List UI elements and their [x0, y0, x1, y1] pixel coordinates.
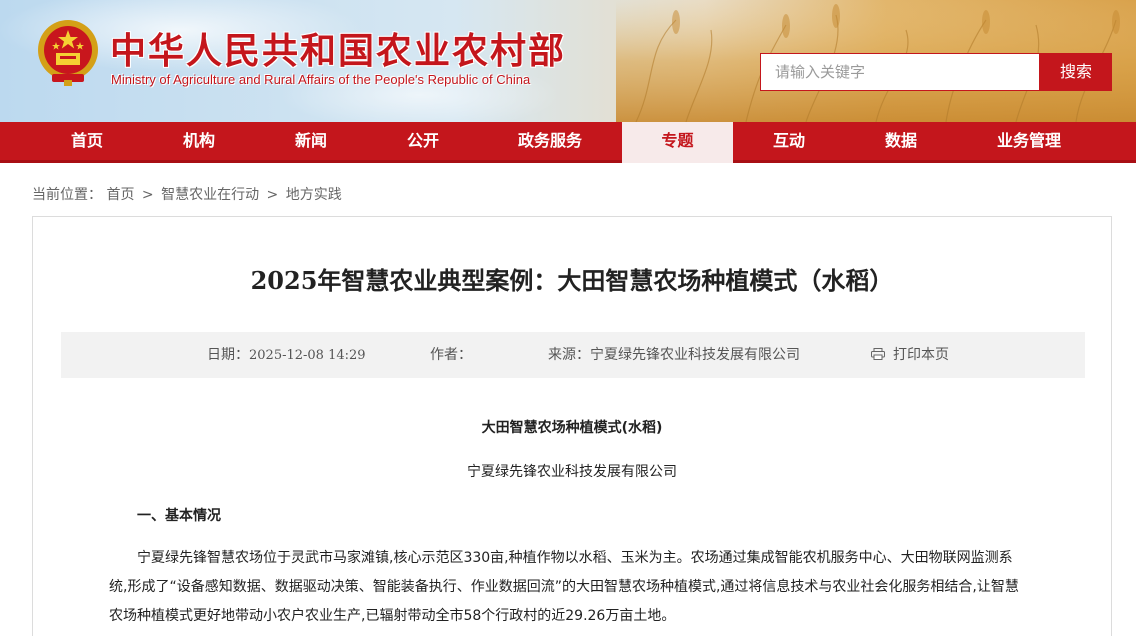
- meta-source-value: 宁夏绿先锋农业科技发展有限公司: [590, 347, 800, 363]
- content-heading: 大田智慧农场种植模式(水稻): [481, 420, 663, 436]
- meta-date: 日期：2025-12-08 14:29: [207, 332, 366, 379]
- nav-item-interaction[interactable]: 互动: [734, 122, 844, 160]
- meta-author: 作者：: [430, 332, 472, 378]
- site-title: 中华人民共和国农业农村部: [110, 31, 567, 72]
- article-container: 2025年智慧农业典型案例：大田智慧农场种植模式（水稻） 日期：2025-12-…: [32, 216, 1112, 636]
- article-paragraph: 宁夏绿先锋智慧农场位于灵武市马家滩镇,核心示范区330亩,种植作物以水稻、玉米为…: [109, 550, 1019, 624]
- meta-author-label: 作者：: [430, 347, 472, 363]
- nav-item-services[interactable]: 政务服务: [494, 122, 606, 160]
- main-nav: 首页 机构 新闻 公开 政务服务 专题 互动 数据 业务管理: [0, 122, 1136, 163]
- nav-item-home[interactable]: 首页: [32, 122, 142, 160]
- section-heading: 一、基本情况: [137, 508, 221, 524]
- article-meta-bar: 日期：2025-12-08 14:29 作者： 来源：宁夏绿先锋农业科技发展有限…: [61, 332, 1085, 378]
- meta-source-label: 来源：: [548, 347, 590, 363]
- site-subtitle: Ministry of Agriculture and Rural Affair…: [111, 72, 531, 87]
- breadcrumb-separator: >: [266, 187, 279, 203]
- nav-item-topics[interactable]: 专题: [622, 122, 733, 163]
- national-emblem-icon: [38, 20, 98, 86]
- nav-item-data[interactable]: 数据: [846, 122, 956, 160]
- printer-icon: [871, 348, 885, 360]
- breadcrumb: 当前位置： 首页 > 智慧农业在行动 > 地方实践: [32, 184, 342, 204]
- nav-item-business[interactable]: 业务管理: [968, 122, 1090, 160]
- breadcrumb-item-smart-agriculture[interactable]: 智慧农业在行动: [161, 187, 259, 203]
- nav-item-organization[interactable]: 机构: [144, 122, 254, 160]
- article-title: 2025年智慧农业典型案例：大田智慧农场种植模式（水稻）: [250, 266, 894, 295]
- content-organization: 宁夏绿先锋农业科技发展有限公司: [467, 464, 677, 480]
- header-banner: 中华人民共和国农业农村部 Ministry of Agriculture and…: [0, 0, 1136, 122]
- search-input[interactable]: [760, 53, 1040, 91]
- meta-date-value: 2025-12-08 14:29: [249, 348, 366, 363]
- breadcrumb-item-home[interactable]: 首页: [106, 187, 134, 203]
- nav-item-news[interactable]: 新闻: [256, 122, 366, 160]
- print-page-button[interactable]: 打印本页: [871, 332, 949, 378]
- meta-source: 来源：宁夏绿先锋农业科技发展有限公司: [548, 332, 800, 378]
- breadcrumb-item-local-practice[interactable]: 地方实践: [286, 187, 342, 203]
- nav-item-public[interactable]: 公开: [368, 122, 478, 160]
- meta-date-label: 日期：: [207, 347, 249, 363]
- breadcrumb-separator: >: [141, 187, 154, 203]
- print-page-label: 打印本页: [893, 347, 949, 363]
- breadcrumb-prefix: 当前位置：: [32, 187, 102, 203]
- search-button[interactable]: 搜索: [1040, 53, 1112, 91]
